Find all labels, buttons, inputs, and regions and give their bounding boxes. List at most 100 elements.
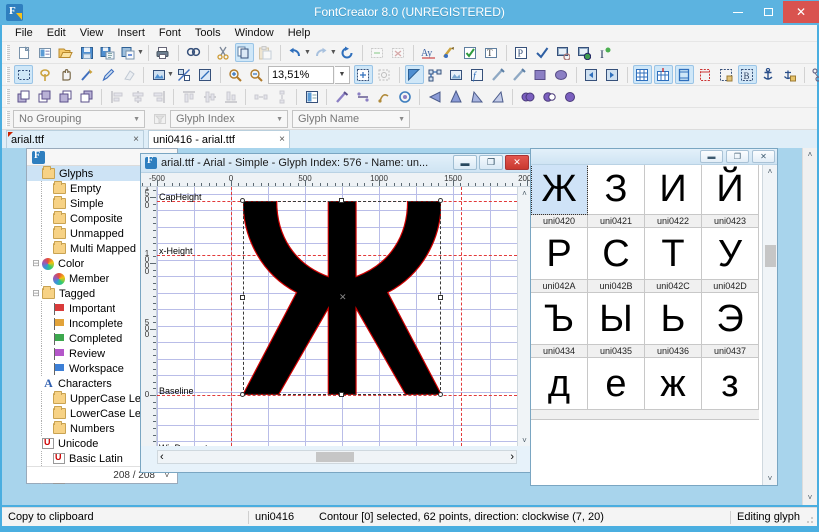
glyph-canvas[interactable]: WinAscentCapHeightx-HeightBaselineWinDes… <box>157 187 517 446</box>
new-from-template-icon[interactable] <box>35 43 54 62</box>
image-tool-icon[interactable] <box>149 65 168 84</box>
menu-font[interactable]: Font <box>152 26 188 40</box>
print-icon[interactable] <box>154 43 173 62</box>
show-bitmap-icon[interactable]: B <box>737 65 757 84</box>
glyph-cell-uni0434[interactable]: uni0434 д <box>531 345 588 410</box>
snap-grid-icon[interactable] <box>653 65 673 84</box>
tab-arial-ttf[interactable]: arial.ttf × <box>6 130 144 148</box>
glyph-edit-minimize-button[interactable]: ▬ <box>453 155 477 170</box>
join-contours-icon[interactable] <box>374 87 393 106</box>
maximize-button[interactable] <box>753 1 783 23</box>
glyph-grid-minimize-button[interactable]: ▬ <box>700 150 723 163</box>
filter-icon[interactable] <box>150 109 169 128</box>
test-icon[interactable]: T <box>482 43 501 62</box>
close-button[interactable]: ✕ <box>783 1 819 23</box>
zoom-in-icon[interactable] <box>226 65 245 84</box>
toolbar-grip[interactable] <box>6 110 10 127</box>
insert-glyph-icon[interactable] <box>368 43 387 62</box>
glyph-grid-vscrollbar[interactable]: ˄ ˅ <box>762 165 777 485</box>
align-right-icon[interactable] <box>149 87 168 106</box>
glyph-cell-uni042D[interactable]: uni042D Э <box>702 280 759 345</box>
cut-icon[interactable] <box>214 43 233 62</box>
glyph-grid[interactable]: uni0416Жuni0417Зuni0418Иuni0419Й uni0420 Р… <box>531 165 777 485</box>
redo-dropdown-caret[interactable]: ▼ <box>330 49 337 56</box>
intersect-icon[interactable] <box>560 87 579 106</box>
previous-glyph-icon[interactable] <box>582 65 601 84</box>
merge-contours-icon[interactable] <box>353 87 372 106</box>
tree-expander-icon[interactable]: ⊟ <box>30 288 42 299</box>
tab-uni0416-arial-ttf[interactable]: uni0416 - arial.ttf × <box>148 130 290 148</box>
autokern-icon[interactable] <box>440 43 459 62</box>
menu-window[interactable]: Window <box>228 26 281 40</box>
glyph-cell-uni0437[interactable]: uni0437 з <box>702 345 759 410</box>
menu-help[interactable]: Help <box>281 26 318 40</box>
flip-horizontal-icon[interactable] <box>425 87 444 106</box>
subtract-icon[interactable] <box>539 87 558 106</box>
show-guidelines-icon[interactable] <box>717 65 736 84</box>
pen-tool-icon[interactable] <box>98 65 117 84</box>
ellipse-icon[interactable] <box>552 65 571 84</box>
zoom-level-dropdown[interactable]: ▼ <box>334 65 350 84</box>
tab-close-icon[interactable]: × <box>279 134 285 145</box>
selection-handle[interactable] <box>239 295 245 301</box>
install-font-icon[interactable] <box>554 43 573 62</box>
menu-insert[interactable]: Insert <box>110 26 152 40</box>
mdi-scroll-down-icon[interactable]: ˅ <box>803 491 817 505</box>
glyph-cell-uni0436[interactable]: uni0436 ж <box>645 345 702 410</box>
install-web-font-icon[interactable] <box>575 43 594 62</box>
anchor-lock-icon[interactable] <box>780 65 799 84</box>
zoom-selection-icon[interactable] <box>375 65 394 84</box>
tab-close-icon[interactable]: × <box>133 134 139 145</box>
grouping-dropdown[interactable]: No Grouping ▼ <box>13 109 145 128</box>
align-middle-icon[interactable] <box>200 87 219 106</box>
menu-tools[interactable]: Tools <box>188 26 228 40</box>
glyph-cell-uni0416[interactable]: uni0416Ж <box>531 165 588 215</box>
select-tool-icon[interactable] <box>14 65 33 84</box>
send-backward-icon[interactable] <box>56 87 75 106</box>
rectangle-icon[interactable] <box>531 65 550 84</box>
autohint-icon[interactable]: Ay <box>419 43 438 62</box>
copy-icon[interactable] <box>234 43 254 62</box>
export-icon[interactable] <box>119 43 138 62</box>
glyph-canvas-vscrollbar[interactable]: ˄ ˅ <box>517 187 531 446</box>
measure-icon[interactable] <box>196 65 215 84</box>
close-contour-icon[interactable] <box>395 87 414 106</box>
undo-dropdown-caret[interactable]: ▼ <box>304 49 311 56</box>
toolbar-grip[interactable] <box>6 88 10 105</box>
tree-expander-icon[interactable]: ⊟ <box>30 258 42 269</box>
mdi-vscrollbar[interactable]: ˄ ˅ <box>802 148 817 505</box>
open-icon[interactable] <box>56 43 75 62</box>
minimize-button[interactable] <box>723 1 753 23</box>
glyph-grid-close-button[interactable]: ✕ <box>752 150 775 163</box>
edit-image-icon[interactable]: f <box>468 65 487 84</box>
image-tool-caret[interactable]: ▼ <box>167 71 174 78</box>
pan-tool-icon[interactable] <box>56 65 75 84</box>
glyph-cell-uni0435[interactable]: uni0435 е <box>588 345 645 410</box>
glyph-canvas-hscrollbar[interactable]: ‹ › <box>157 450 517 464</box>
zoom-level-input[interactable]: 13,51% <box>267 65 334 84</box>
clear-icon[interactable] <box>332 87 351 106</box>
delete-glyph-icon[interactable] <box>389 43 408 62</box>
toolbar-grip[interactable] <box>6 66 10 83</box>
validate-icon[interactable] <box>461 43 480 62</box>
glyph-cell-uni0423[interactable]: uni0423 У <box>702 215 759 280</box>
glyph-cell-uni0417[interactable]: uni0417З <box>588 165 645 215</box>
glyph-cell-uni0422[interactable]: uni0422 Т <box>645 215 702 280</box>
grid-scroll-thumb[interactable] <box>765 245 776 267</box>
glyph-cell-uni0420[interactable]: uni0420 Р <box>531 215 588 280</box>
resize-grip[interactable] <box>804 514 814 524</box>
save-icon[interactable] <box>77 43 96 62</box>
composite-icon[interactable] <box>810 65 819 84</box>
properties-icon[interactable] <box>302 87 321 106</box>
selection-handle[interactable] <box>239 392 245 397</box>
find-icon[interactable] <box>184 43 203 62</box>
undo-icon[interactable] <box>286 43 305 62</box>
rotate-left-icon[interactable] <box>467 87 486 106</box>
glyph-name-dropdown[interactable]: Glyph Name ▼ <box>292 109 410 128</box>
scroll-right-icon[interactable]: › <box>510 451 514 463</box>
distribute-vertical-icon[interactable] <box>272 87 291 106</box>
mdi-scroll-up-icon[interactable]: ˄ <box>803 148 817 162</box>
align-bottom-icon[interactable] <box>221 87 240 106</box>
union-icon[interactable] <box>518 87 537 106</box>
glyph-cell-uni0419[interactable]: uni0419Й <box>702 165 759 215</box>
